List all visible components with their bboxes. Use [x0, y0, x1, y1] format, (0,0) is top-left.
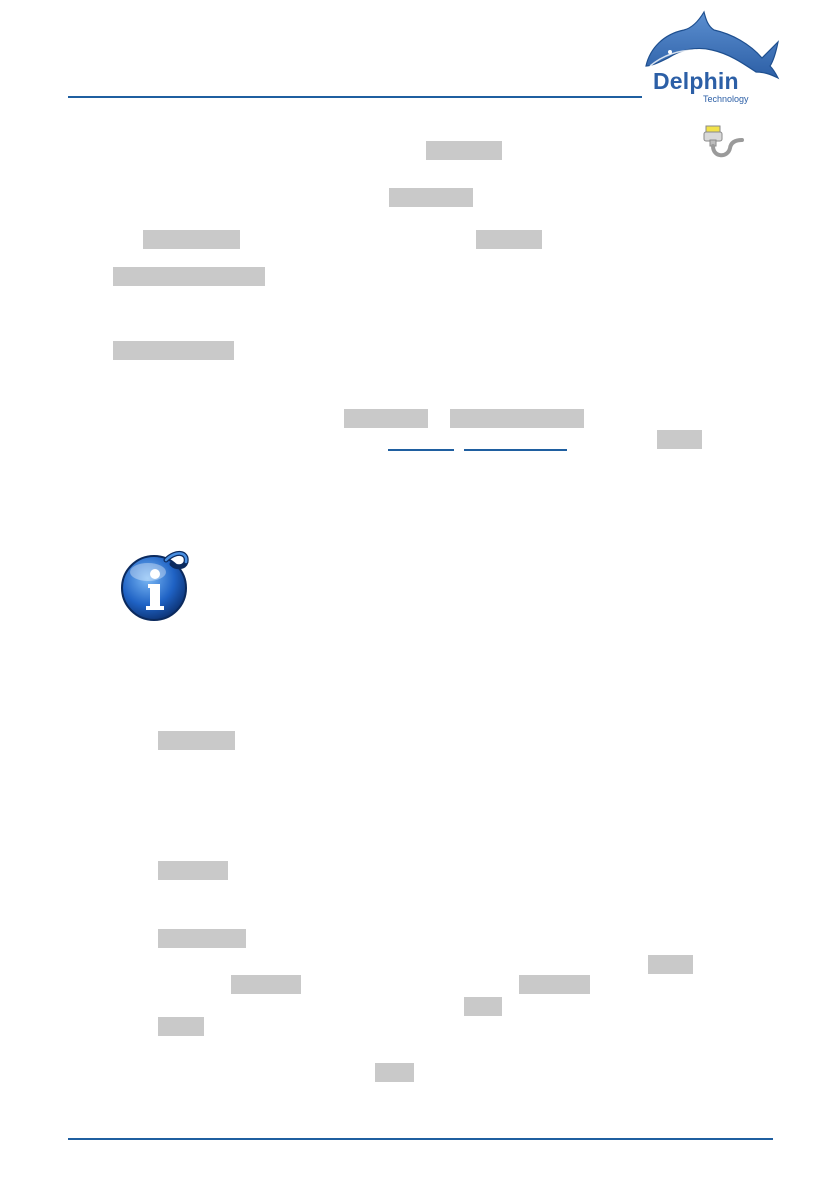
highlight-1 — [426, 141, 502, 160]
highlight-14 — [231, 975, 301, 994]
highlight-4 — [476, 230, 542, 249]
highlight-7 — [344, 409, 428, 428]
highlight-3 — [143, 230, 240, 249]
link-underline-2[interactable] — [464, 449, 567, 451]
logo-tagline: Technology — [703, 94, 749, 104]
highlight-16 — [464, 997, 502, 1016]
highlight-2 — [389, 188, 473, 207]
highlight-15 — [519, 975, 590, 994]
footer-rule — [68, 1138, 773, 1140]
link-underline-1[interactable] — [388, 449, 454, 451]
highlight-11 — [158, 861, 228, 880]
highlight-17 — [158, 1017, 204, 1036]
highlight-8 — [450, 409, 584, 428]
logo-wordmark: Delphin — [653, 68, 739, 94]
highlight-18 — [375, 1063, 414, 1082]
highlight-10 — [158, 731, 235, 750]
highlight-12 — [158, 929, 246, 948]
highlight-5 — [113, 267, 265, 286]
highlight-13 — [648, 955, 693, 974]
highlight-6 — [113, 341, 234, 360]
info-icon — [121, 551, 189, 621]
highlight-9 — [657, 430, 702, 449]
header-rule — [68, 96, 642, 98]
cable-plug-icon — [703, 125, 744, 158]
